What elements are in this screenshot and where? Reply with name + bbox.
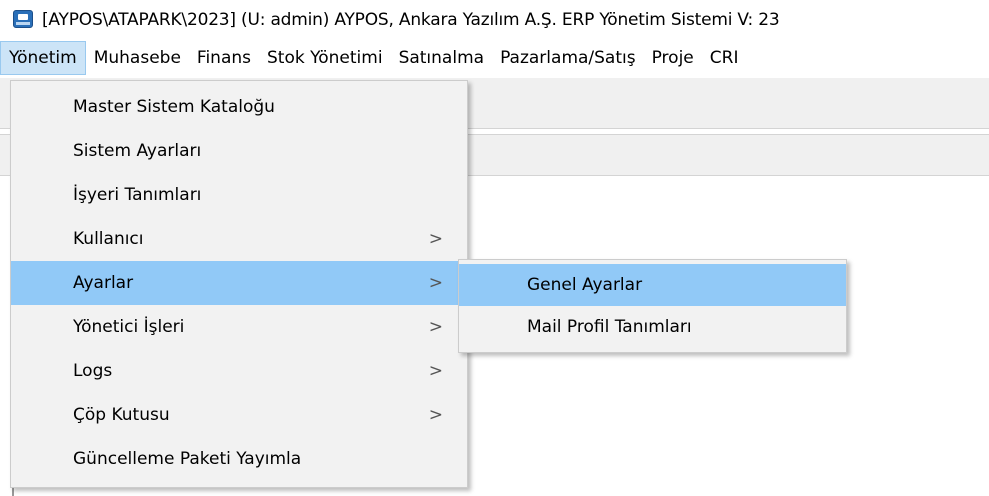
menu-item-label: Sistem Ayarları bbox=[73, 141, 202, 161]
menu-item-guncelleme-paketi-yayimla[interactable]: Güncelleme Paketi Yayımla bbox=[11, 437, 467, 481]
submenu-item-label: Genel Ayarlar bbox=[527, 275, 643, 295]
submenu-item-genel-ayarlar[interactable]: Genel Ayarlar bbox=[459, 264, 846, 306]
menu-pazarlama-satis[interactable]: Pazarlama/Satış bbox=[492, 41, 644, 75]
menu-satinalma[interactable]: Satınalma bbox=[391, 41, 493, 75]
window-title: [AYPOS\ATAPARK\2023] (U: admin) AYPOS, A… bbox=[42, 10, 780, 30]
menu-item-label: Güncelleme Paketi Yayımla bbox=[73, 449, 302, 469]
chevron-right-icon: > bbox=[428, 361, 443, 381]
menu-proje[interactable]: Proje bbox=[644, 41, 702, 75]
menu-yonetim[interactable]: Yönetim bbox=[0, 41, 86, 75]
menu-item-cop-kutusu[interactable]: Çöp Kutusu > bbox=[11, 393, 467, 437]
chevron-right-icon: > bbox=[428, 317, 443, 337]
menu-item-label: Kullanıcı bbox=[73, 229, 144, 249]
title-bar: [AYPOS\ATAPARK\2023] (U: admin) AYPOS, A… bbox=[0, 0, 989, 40]
menu-item-ayarlar[interactable]: Ayarlar > bbox=[11, 261, 467, 305]
submenu-item-mail-profil-tanimlari[interactable]: Mail Profil Tanımları bbox=[459, 306, 846, 348]
menu-item-master-sistem-katalogu[interactable]: Master Sistem Kataloğu bbox=[11, 85, 467, 129]
chevron-right-icon: > bbox=[428, 273, 443, 293]
submenu-item-label: Mail Profil Tanımları bbox=[527, 317, 692, 337]
app-icon[interactable] bbox=[13, 10, 33, 28]
menu-crm[interactable]: CRI bbox=[702, 41, 747, 75]
menu-item-label: Master Sistem Kataloğu bbox=[73, 97, 275, 117]
menu-item-label: İşyeri Tanımları bbox=[73, 185, 202, 205]
menu-finans[interactable]: Finans bbox=[189, 41, 259, 75]
chevron-right-icon: > bbox=[428, 229, 443, 249]
menu-item-yonetici-isleri[interactable]: Yönetici İşleri > bbox=[11, 305, 467, 349]
ayarlar-submenu: Genel Ayarlar Mail Profil Tanımları bbox=[458, 259, 847, 353]
yonetim-dropdown-menu: Master Sistem Kataloğu Sistem Ayarları İ… bbox=[10, 80, 468, 488]
menu-item-isyeri-tanimlari[interactable]: İşyeri Tanımları bbox=[11, 173, 467, 217]
menu-item-kullanici[interactable]: Kullanıcı > bbox=[11, 217, 467, 261]
menu-item-label: Yönetici İşleri bbox=[73, 317, 185, 337]
menu-item-label: Çöp Kutusu bbox=[73, 405, 170, 425]
menu-item-sistem-ayarlari[interactable]: Sistem Ayarları bbox=[11, 129, 467, 173]
menu-item-logs[interactable]: Logs > bbox=[11, 349, 467, 393]
chevron-right-icon: > bbox=[428, 405, 443, 425]
menu-stok-yonetimi[interactable]: Stok Yönetimi bbox=[259, 41, 391, 75]
menu-item-label: Ayarlar bbox=[73, 273, 134, 293]
menu-muhasebe[interactable]: Muhasebe bbox=[86, 41, 189, 75]
menu-item-label: Logs bbox=[73, 361, 113, 381]
menu-bar: Yönetim Muhasebe Finans Stok Yönetimi Sa… bbox=[0, 40, 989, 76]
